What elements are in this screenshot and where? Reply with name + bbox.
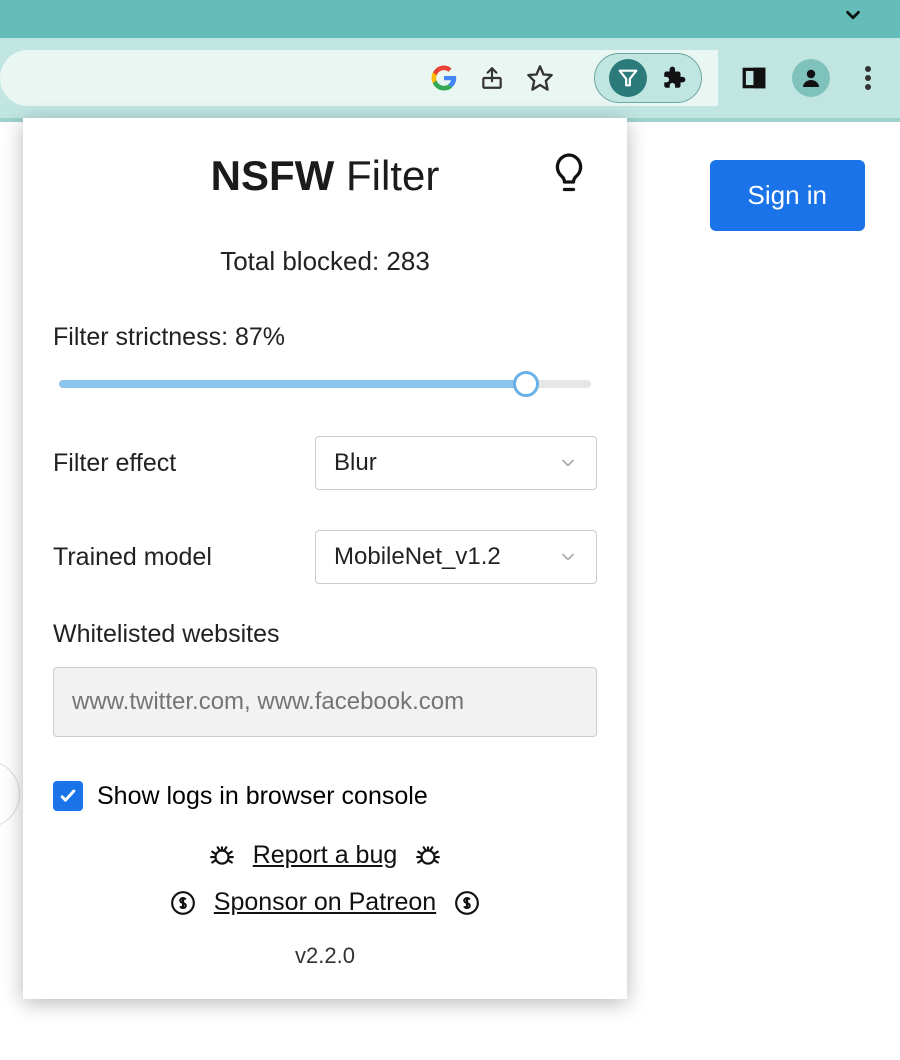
chevron-down-icon[interactable]	[842, 4, 864, 26]
omnibox-area	[0, 50, 718, 106]
popup-title: NSFW Filter	[211, 152, 440, 200]
chevron-down-icon	[558, 453, 578, 473]
panel-icon[interactable]	[740, 64, 768, 92]
google-icon[interactable]	[430, 64, 458, 92]
lightbulb-icon[interactable]	[551, 152, 587, 197]
profile-avatar[interactable]	[792, 59, 830, 97]
report-bug-link[interactable]: Report a bug	[253, 841, 398, 870]
filter-effect-select[interactable]: Blur	[315, 436, 597, 490]
share-icon[interactable]	[478, 64, 506, 92]
dollar-icon	[170, 890, 196, 916]
filter-effect-label: Filter effect	[53, 449, 176, 478]
floating-bubble[interactable]	[0, 760, 20, 828]
browser-toolbar	[0, 38, 900, 118]
kebab-menu-icon[interactable]	[854, 64, 882, 92]
window-banner	[0, 0, 900, 38]
sponsor-link[interactable]: Sponsor on Patreon	[214, 888, 436, 917]
toolbar-right	[740, 59, 882, 97]
star-icon[interactable]	[526, 64, 554, 92]
extensions-puzzle-icon[interactable]	[661, 65, 687, 91]
show-logs-label: Show logs in browser console	[97, 782, 428, 811]
show-logs-checkbox[interactable]	[53, 781, 83, 811]
sign-in-button[interactable]: Sign in	[710, 160, 866, 231]
total-blocked: Total blocked: 283	[53, 246, 597, 277]
dollar-icon	[454, 890, 480, 916]
strictness-slider[interactable]	[53, 372, 597, 396]
extensions-pill	[594, 53, 702, 103]
strictness-label: Filter strictness: 87%	[53, 323, 597, 352]
trained-model-label: Trained model	[53, 543, 212, 572]
extension-popup: NSFW Filter Total blocked: 283 Filter st…	[23, 118, 627, 999]
whitelist-label: Whitelisted websites	[53, 620, 597, 649]
version-label: v2.2.0	[53, 943, 597, 969]
chevron-down-icon	[558, 547, 578, 567]
trained-model-select[interactable]: MobileNet_v1.2	[315, 530, 597, 584]
bug-icon	[415, 843, 441, 869]
nsfw-filter-extension-icon[interactable]	[609, 59, 647, 97]
whitelist-input[interactable]	[53, 667, 597, 737]
bug-icon	[209, 843, 235, 869]
